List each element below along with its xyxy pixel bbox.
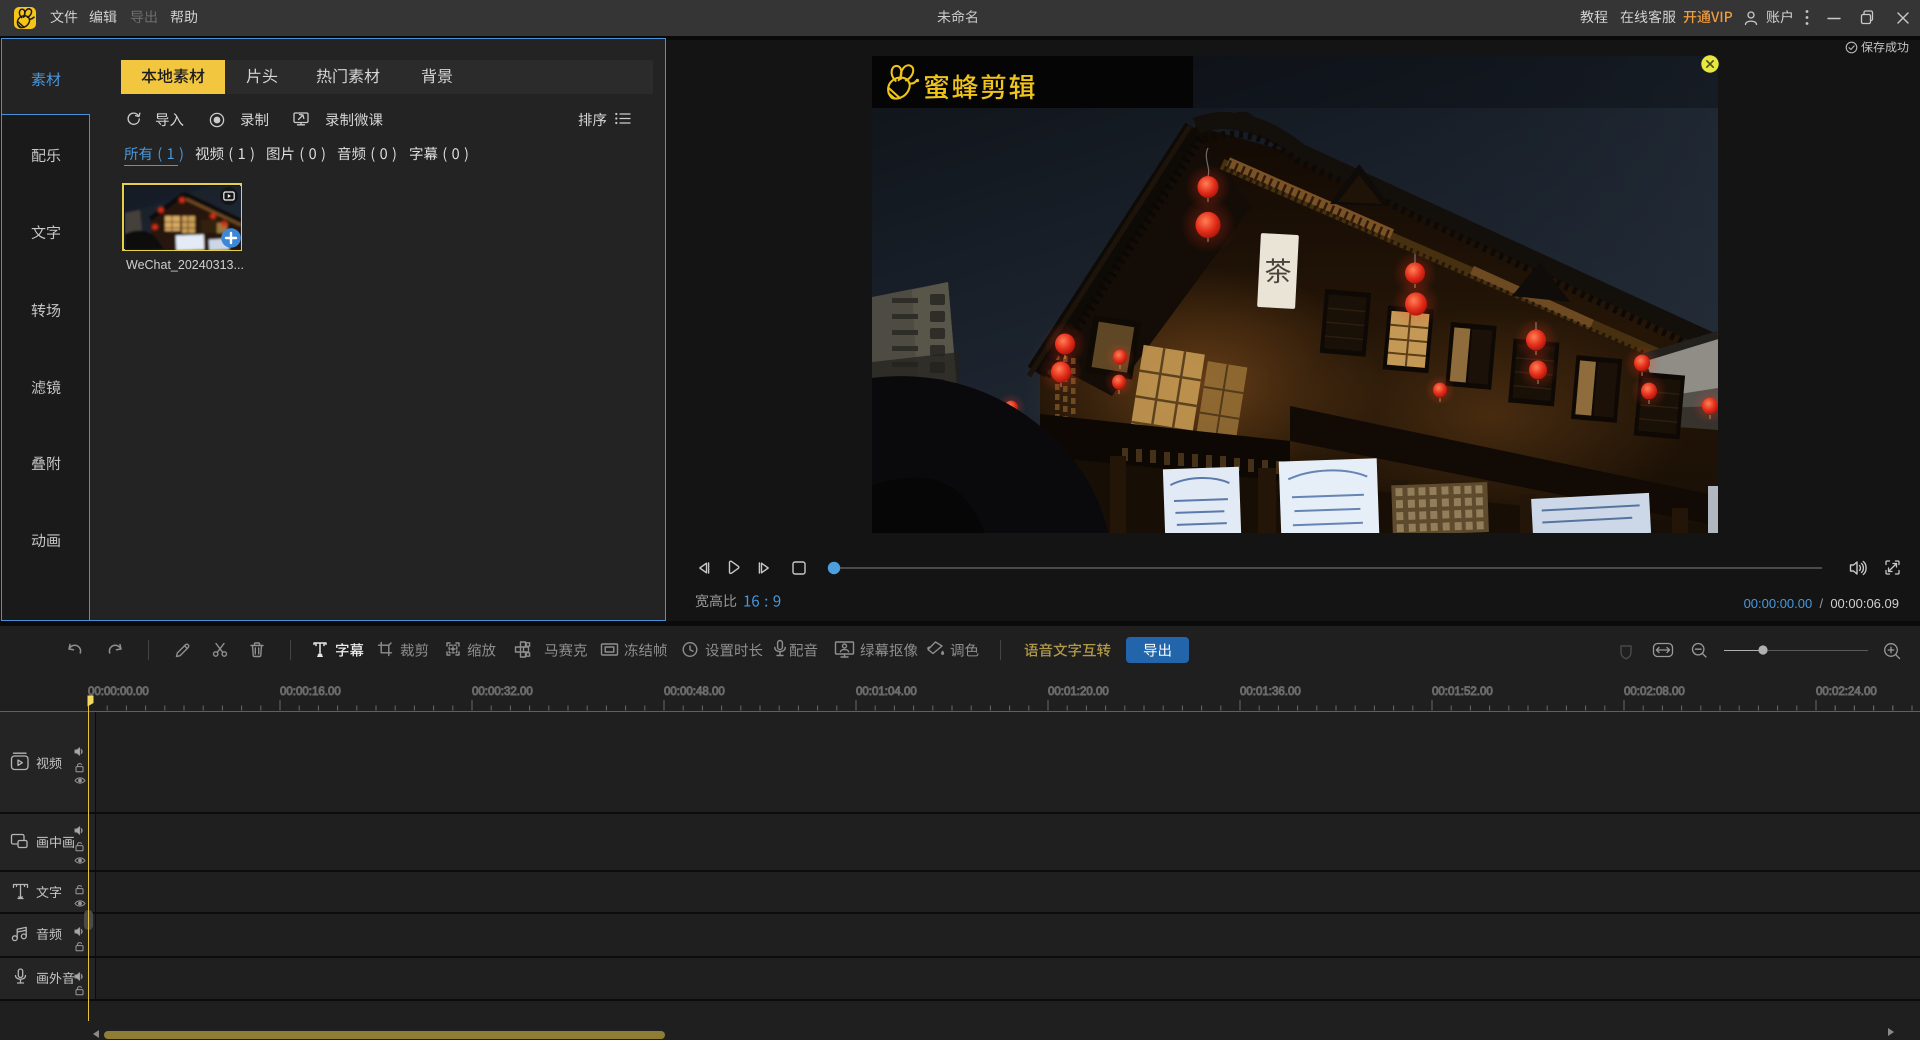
svg-text:00:00:00.00: 00:00:00.00: [88, 686, 149, 698]
svg-text:00:01:36.00: 00:01:36.00: [1240, 686, 1301, 698]
svg-text:00:02:24.00: 00:02:24.00: [1816, 686, 1877, 698]
svg-text:00:01:20.00: 00:01:20.00: [1048, 686, 1109, 698]
svg-text:00:00:48.00: 00:00:48.00: [664, 686, 725, 698]
svg-text:00:00:32.00: 00:00:32.00: [472, 686, 533, 698]
svg-text:00:02:08.00: 00:02:08.00: [1624, 686, 1685, 698]
svg-text:00:00:16.00: 00:00:16.00: [280, 686, 341, 698]
svg-text:00:01:04.00: 00:01:04.00: [856, 686, 917, 698]
svg-text:00:01:52.00: 00:01:52.00: [1432, 686, 1493, 698]
